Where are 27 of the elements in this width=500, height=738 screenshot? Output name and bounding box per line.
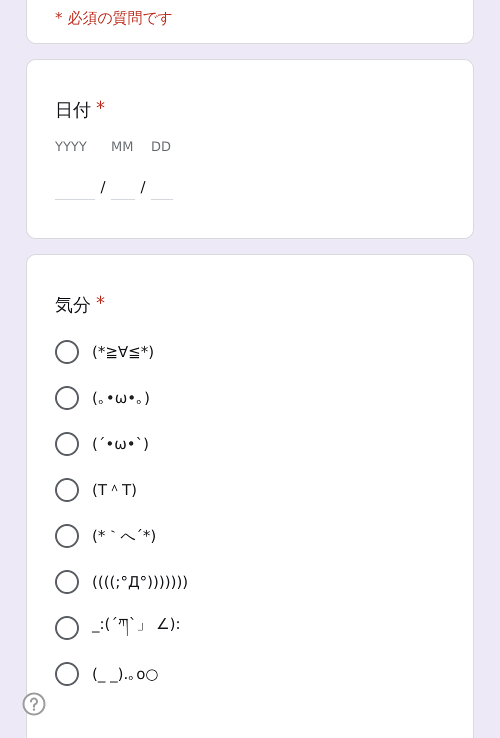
option-label: (｡•ω•｡) <box>92 389 150 407</box>
required-mark: * <box>96 293 105 316</box>
option-label: ((((;°Д°))))))) <box>92 573 188 591</box>
date-part-label: YYYY <box>55 140 88 155</box>
option-label: _:(´ཀ`」 ∠): <box>92 607 181 649</box>
option-label: (´•ω•`) <box>92 435 149 453</box>
date-separator: / <box>99 178 107 198</box>
option-label: (*≧∀≦*) <box>92 343 154 361</box>
option-label: (*｀へ´*) <box>92 526 156 546</box>
option-label: (T＾T) <box>92 480 138 500</box>
radio-button[interactable] <box>55 340 79 364</box>
required-note: * 必須の質問です <box>55 9 174 28</box>
radio-button[interactable] <box>55 662 79 686</box>
radio-button[interactable] <box>55 570 79 594</box>
radio-button[interactable] <box>55 616 79 640</box>
help-icon[interactable] <box>22 692 46 716</box>
required-mark: * <box>96 98 105 121</box>
date-part-label: MM <box>111 140 134 155</box>
radio-button[interactable] <box>55 524 79 548</box>
question-title: 日付 <box>55 99 91 122</box>
radio-button[interactable] <box>55 432 79 456</box>
question-title: 気分 <box>55 294 91 317</box>
option-label: (_ _).｡o○ <box>92 665 159 683</box>
radio-button[interactable] <box>55 478 79 502</box>
radio-button[interactable] <box>55 386 79 410</box>
date-separator: / <box>139 178 147 198</box>
date-part-label: DD <box>151 140 172 155</box>
